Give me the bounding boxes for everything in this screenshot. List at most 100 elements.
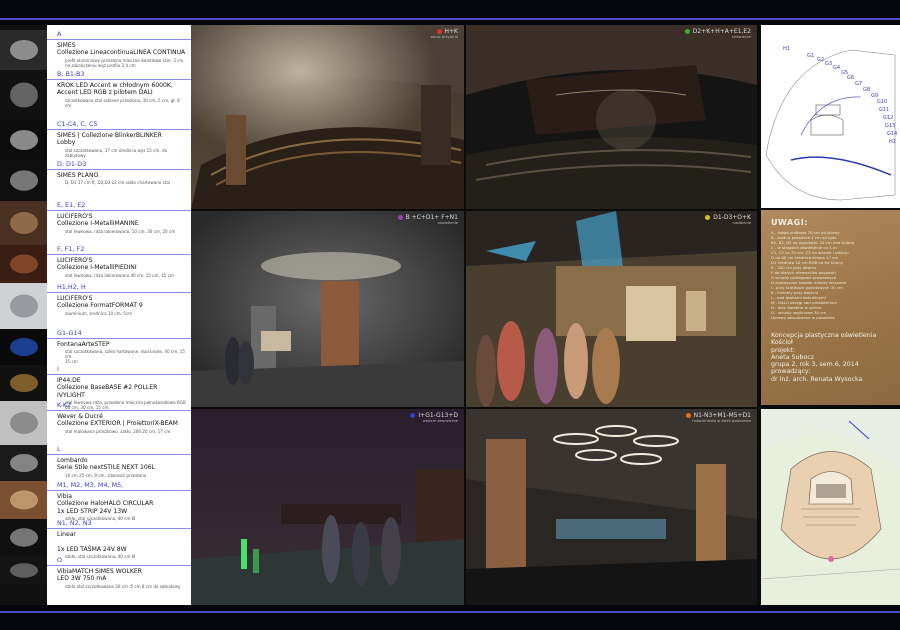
spec-section: E, E1, E2 LUCIFERO'S Collezione I-Metalli…: [47, 201, 191, 234]
presentation-board: A SIMES Collezione LineacontinuaLINEA CON…: [0, 25, 900, 605]
luminaire-thumbnail: [0, 445, 47, 481]
render-sub-2: człowiecze: [731, 35, 751, 39]
spec-section: F, F1, F2 LUCIFERO'S Collezione I-Metalli…: [47, 245, 191, 278]
render-interior-4: D1-D3+O+K rzeźbienie: [466, 211, 757, 407]
plan-label: G14: [887, 131, 897, 137]
render-code-4: D1-D3+O+K: [713, 214, 751, 221]
render-code-2: D2+K+H+A+E1,E2: [692, 28, 751, 35]
spec-section-title: FontanaArteSTEP: [57, 341, 110, 348]
render-dot-2: [684, 29, 690, 34]
spec-section-code: I: [47, 365, 191, 375]
plan-label: G10: [877, 99, 887, 105]
render-code-3: B +C+D1+ F+N1: [405, 214, 458, 221]
spec-section-title: Vibia Collezione HaloHALO CIRCULAR 1x LE…: [57, 493, 154, 515]
render-tag-5: I+G1-G13+D wejście zewnętrzne: [410, 412, 458, 423]
plan-label: G7: [855, 81, 862, 87]
spec-section-title: Lombardo Serie Stile nextSTILE NEXT 106L: [57, 457, 156, 472]
render-dot-5: [410, 413, 416, 418]
render-tag-1: H+K obraz przyjęcia: [431, 28, 458, 39]
credit-line: grupa 2, rok 3, sem.6, 2014: [771, 361, 859, 369]
floor-plan-lighting: H1 G1 G2 G3 G4 G5 G6 G7 G8 G9 G10 G11 G12 G13 G14 H2: [761, 25, 900, 208]
spec-section: C1-C4, C, C5 SIMES | Collezione BlinkerBL…: [47, 120, 191, 158]
spec-section-title: Linear 1x LED TAŚMA 24V 8W: [57, 531, 127, 553]
credit-line: dr inż. arch. Renata Wysocka: [771, 375, 863, 383]
spec-section: K-K2 Wever & Ducré Collezione EXTERIOR | …: [47, 401, 191, 434]
credit-line: Aneta Subocz: [771, 353, 815, 361]
render-sub-4: rzeźbienie: [732, 221, 751, 225]
spec-section-description: 10 cm 25 cm, 9 cm, zdalność przesłona: [65, 472, 147, 478]
render-dot-4: [705, 215, 711, 220]
render-sub-5: wejście zewnętrzne: [422, 419, 458, 423]
luminaire-spec-list: A SIMES Collezione LineacontinuaLINEA CON…: [47, 25, 191, 605]
plan-label: H2: [889, 139, 896, 145]
spec-section-code: K-K2: [47, 401, 191, 411]
spec-section: O VibiaMATCH SIMES WOLKER LED 3W 750 mA sz…: [47, 556, 191, 589]
credit-line: Kościoł: [771, 339, 793, 347]
notes-list: A - listwa sufitowa 70 cm od ściany B - k…: [771, 230, 896, 320]
credit-line: prowadzący:: [771, 368, 811, 376]
spec-section-title: LUCIFERO'S Collezione FormatFORMAT 9: [57, 295, 143, 310]
render-code-6: N1-N3+M1-M5+D1: [693, 412, 751, 419]
spec-section-title: Wever & Ducré Collezione EXTERIOR | Proi…: [57, 413, 178, 428]
spec-section-title: KROK LED Accent w chłodnym 6000K, Accent…: [57, 82, 173, 97]
spec-section-code: B, B1-B3: [47, 70, 191, 80]
luminaire-thumbnail: [0, 283, 47, 329]
render-interior-2: D2+K+H+A+E1,E2 człowiecze: [466, 25, 757, 209]
plan-label: G2: [817, 57, 824, 63]
spec-section-title: SIMES PLANO: [57, 172, 99, 179]
credit-line: projekt:: [771, 346, 796, 354]
top-border-line: [0, 18, 900, 20]
spec-section-code: H1,H2, H: [47, 283, 191, 293]
spec-section-title: SIMES | Collezione BlinkerBLINKER Lobby: [57, 132, 162, 147]
spec-section: G1-G14 FontanaArteSTEP stal szczotkowana, …: [47, 329, 191, 364]
spec-section-description: stal szczotkowana, 17 cm średnica wys 15…: [65, 147, 168, 158]
notes-panel: UWAGI: A - listwa sufitowa 70 cm od ścia…: [761, 210, 900, 405]
spec-section-code: M1, M2, M3, M4, M5,: [47, 481, 191, 491]
plan-label: G8: [863, 87, 870, 93]
plan-label: G12: [883, 115, 893, 121]
render-dot-6: [685, 413, 691, 418]
spec-section-code: A: [47, 30, 191, 40]
luminaire-thumbnails: [0, 25, 47, 605]
note-item: Oprawy wbudowane w posadzkę: [771, 315, 835, 320]
spec-section-description: aluminium, średnica 10 cm, 5cm: [65, 310, 133, 316]
spec-section-title: VibiaMATCH SIMES WOLKER LED 3W 750 mA: [57, 568, 142, 583]
luminaire-thumbnail: [0, 201, 47, 245]
spec-section: M1, M2, M3, M4, M5, Vibia Collezione Halo…: [47, 481, 191, 521]
render-sub-6: nabożeństwo w dzień powszedni: [692, 419, 751, 423]
spec-section: D, D1-D3 SIMES PLANO D, D1 17 cm ft, D2,D3…: [47, 160, 191, 185]
project-credits: Koncepcja plastyczna oświetlenia Kościoł p…: [771, 332, 896, 383]
render-exterior-night: I+G1-G13+D wejście zewnętrzne: [191, 409, 464, 605]
spec-section-code: E, E1, E2: [47, 201, 191, 211]
luminaire-thumbnail: [0, 481, 47, 519]
render-code-5: I+G1-G13+D: [418, 412, 458, 419]
spec-section: B, B1-B3 KROK LED Accent w chłodnym 6000K…: [47, 70, 191, 108]
notes-title: UWAGI:: [771, 218, 808, 227]
plan-label: H1: [783, 46, 790, 52]
spec-section-code: O: [47, 556, 191, 566]
spec-section-code: N1, N2, N3: [47, 519, 191, 529]
luminaire-thumbnail: [0, 365, 47, 401]
render-tag-2: D2+K+H+A+E1,E2 człowiecze: [684, 28, 751, 39]
spec-section-description: D, D1 17 cm ft, D2,D3 22 cm szkło charto…: [65, 180, 171, 186]
plan-label: G6: [847, 75, 854, 81]
luminaire-thumbnail: [0, 329, 47, 365]
spec-section: N1, N2, N3 Linear 1x LED TAŚMA 24V 8W szkł…: [47, 519, 191, 559]
spec-section-title: LUCIFERO'S Collezione I-MetalliPIEDINI: [57, 257, 137, 272]
render-dot-1: [436, 29, 442, 34]
spec-section-code: L: [47, 445, 191, 455]
luminaire-thumbnail: [0, 519, 47, 556]
render-tag-6: N1-N3+M1-M5+D1 nabożeństwo w dzień powsz…: [685, 412, 751, 423]
spec-section-title: SIMES Collezione LineacontinuaLINEA CONT…: [57, 42, 186, 57]
spec-section-code: D, D1-D3: [47, 160, 191, 170]
spec-section-description: stal lewnowa, rdza lakierowana, 10 cm, 3…: [65, 228, 176, 234]
plan-label: G13: [885, 123, 895, 129]
render-code-1: H+K: [444, 28, 458, 35]
spec-section: L Lombardo Serie Stile nextSTILE NEXT 106…: [47, 445, 191, 478]
luminaire-thumbnail: [0, 245, 47, 283]
spec-section-code: F, F1, F2: [47, 245, 191, 255]
bottom-border-line: [0, 611, 900, 613]
spec-section-code: C1-C4, C, C5: [47, 120, 191, 130]
render-interior-halo: N1-N3+M1-M5+D1 nabożeństwo w dzień powsz…: [466, 409, 757, 605]
luminaire-thumbnail: [0, 401, 47, 445]
